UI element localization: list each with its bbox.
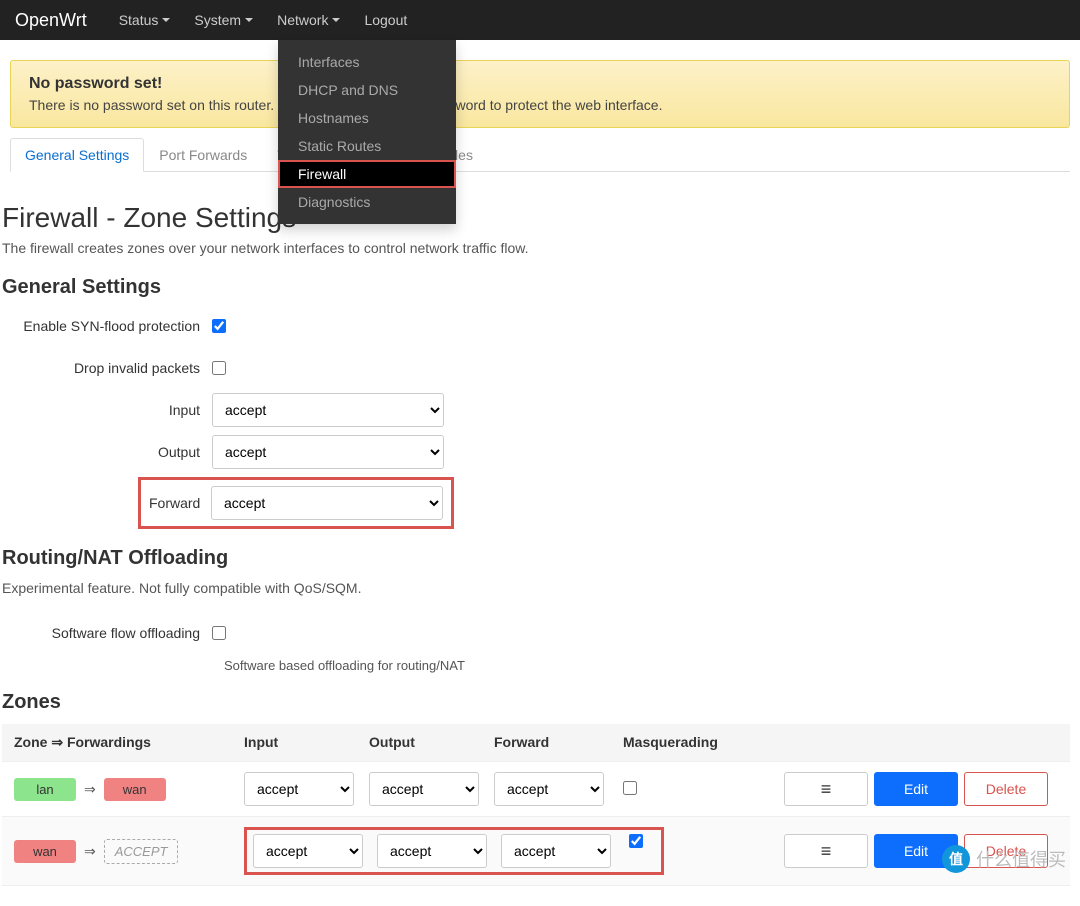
drop-label: Drop invalid packets [2,360,212,376]
content: Firewall - Zone Settings The firewall cr… [0,172,1080,906]
page-desc: The firewall creates zones over your net… [2,240,1070,256]
alert-title: No password set! [29,75,1051,93]
zone-from-badge: wan [14,840,76,863]
zone-masq-checkbox[interactable] [629,834,643,848]
dropdown-static-routes[interactable]: Static Routes [278,132,456,160]
zones-table: Zone ⇒ Forwardings Input Output Forward … [2,724,1070,886]
tab-port-forwards[interactable]: Port Forwards [144,138,262,172]
row-sfo: Software flow offloading [2,616,1070,650]
caret-icon [245,18,253,22]
general-heading: General Settings [2,276,1070,299]
zone-forward-select[interactable]: accept [494,772,604,806]
zone-to-badge: wan [104,778,166,801]
row-syn-flood: Enable SYN-flood protection [2,309,1070,343]
zone-output-select[interactable]: accept [377,834,487,868]
zone-forward-select[interactable]: accept [501,834,611,868]
no-password-alert: No password set! There is no password se… [10,60,1070,128]
reorder-button[interactable]: ≡ [784,772,868,806]
syn-label: Enable SYN-flood protection [2,318,212,334]
drop-checkbox[interactable] [212,361,226,375]
syn-checkbox[interactable] [212,319,226,333]
zone-row-wan: wan ⇒ ACCEPT accept accept accept ≡ Edit… [2,817,1070,886]
row-output: Output accept [2,435,1070,469]
zone-input-select[interactable]: accept [253,834,363,868]
sfo-label: Software flow offloading [2,625,212,641]
edit-button[interactable]: Edit [874,772,958,806]
dropdown-firewall[interactable]: Firewall [278,160,456,188]
forward-select[interactable]: accept [211,486,443,520]
nav-network[interactable]: Network [265,0,352,40]
nav-system[interactable]: System [182,0,265,40]
zone-row-lan: lan ⇒ wan accept accept accept ≡ Edit De… [2,762,1070,817]
zones-heading: Zones [2,691,1070,714]
zone-input-select[interactable]: accept [244,772,354,806]
tabs: General Settings Port Forwards Traffic R… [10,138,1070,172]
zone-from-badge: lan [14,778,76,801]
dropdown-hostnames[interactable]: Hostnames [278,104,456,132]
routing-heading: Routing/NAT Offloading [2,547,1070,570]
sfo-checkbox[interactable] [212,626,226,640]
watermark-icon: 值 [942,845,970,873]
alert-text: There is no password set on this router.… [29,97,1051,113]
col-forward: Forward [494,734,619,751]
watermark: 值 什么值得买 [942,845,1066,873]
network-dropdown: Interfaces DHCP and DNS Hostnames Static… [278,40,456,224]
col-masq: Masquerading [619,734,759,751]
arrow-icon: ⇒ [84,781,96,798]
caret-icon [332,18,340,22]
page-title: Firewall - Zone Settings [2,202,1070,234]
forward-label: Forward [149,495,211,511]
navbar: OpenWrt Status System Network Logout Int… [0,0,1080,40]
brand: OpenWrt [15,10,87,31]
row-drop-invalid: Drop invalid packets [2,351,1070,385]
input-select[interactable]: accept [212,393,444,427]
zone-output-select[interactable]: accept [369,772,479,806]
zone-to-badge: ACCEPT [104,839,179,864]
row-forward: Forward accept [2,477,1070,529]
arrow-icon: ⇒ [84,843,96,860]
input-label: Input [2,402,212,418]
dropdown-interfaces[interactable]: Interfaces [278,48,456,76]
zone-masq-checkbox[interactable] [623,781,637,795]
output-select[interactable]: accept [212,435,444,469]
delete-button[interactable]: Delete [964,772,1048,806]
tab-general-settings[interactable]: General Settings [10,138,144,172]
watermark-text: 什么值得买 [976,846,1066,872]
col-output: Output [369,734,494,751]
zones-header: Zone ⇒ Forwardings Input Output Forward … [2,724,1070,762]
col-zf: Zone ⇒ Forwardings [14,734,244,751]
nav-logout[interactable]: Logout [352,0,419,40]
col-input: Input [244,734,369,751]
output-label: Output [2,444,212,460]
row-input: Input accept [2,393,1070,427]
dropdown-dhcp-dns[interactable]: DHCP and DNS [278,76,456,104]
sfo-help: Software based offloading for routing/NA… [224,658,1070,673]
reorder-button[interactable]: ≡ [784,834,868,868]
dropdown-diagnostics[interactable]: Diagnostics [278,188,456,216]
routing-desc: Experimental feature. Not fully compatib… [2,580,1070,596]
highlight-box: accept accept accept [244,827,664,875]
nav-status[interactable]: Status [107,0,183,40]
caret-icon [162,18,170,22]
